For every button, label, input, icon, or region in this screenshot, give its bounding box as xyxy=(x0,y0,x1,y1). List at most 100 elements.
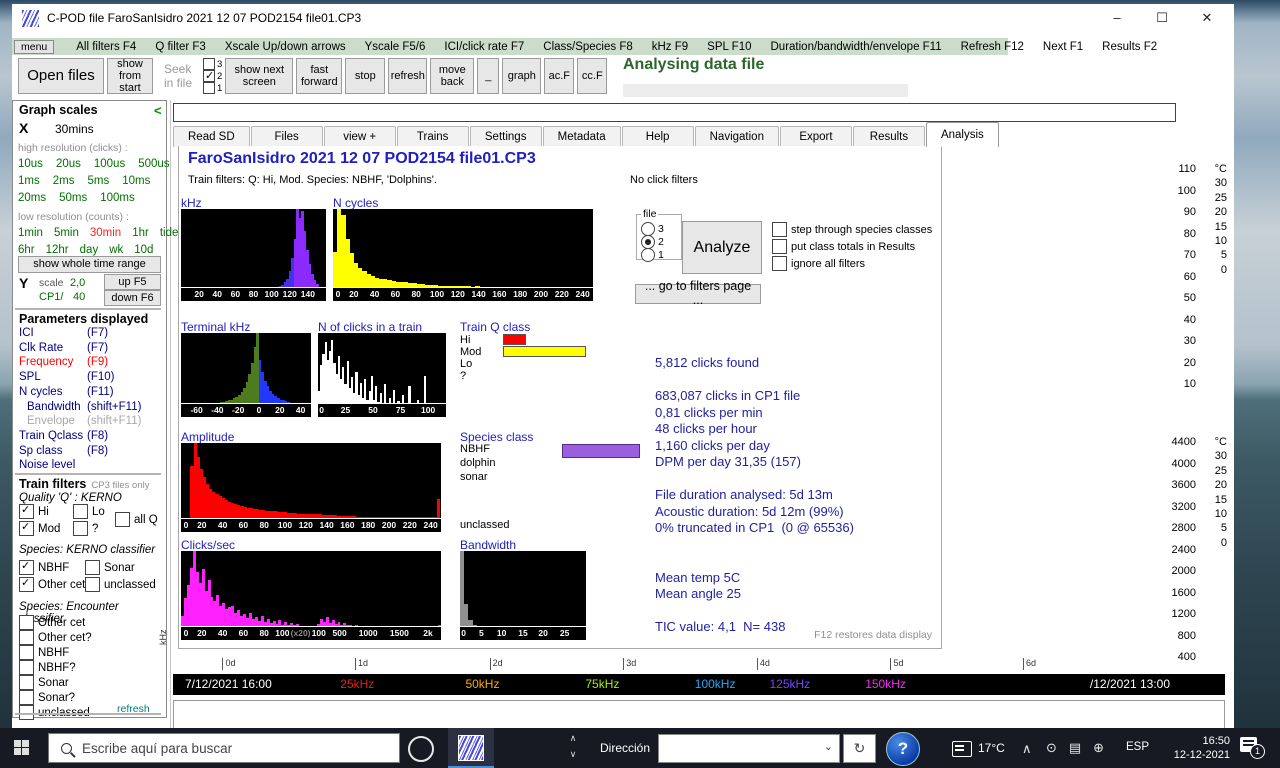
tab-results[interactable]: Results xyxy=(853,126,925,147)
filter-check-item[interactable]: ? xyxy=(73,521,98,536)
scale-option-100ms[interactable]: 100ms xyxy=(100,192,135,204)
chevron-up-icon[interactable]: ∧ xyxy=(566,730,580,747)
stop-button[interactable]: stop xyxy=(345,58,385,94)
maximize-icon[interactable]: ☐ xyxy=(1140,4,1184,32)
scale-option-500us[interactable]: 500us xyxy=(138,158,169,170)
file-radio-1[interactable]: 1 xyxy=(641,248,677,261)
news-weather-icon[interactable] xyxy=(952,741,972,757)
file-radio-3[interactable]: 3 xyxy=(641,222,677,235)
scale-option-1min[interactable]: 1min xyxy=(18,227,43,239)
param-frequency[interactable]: Frequency(F9) xyxy=(19,356,164,368)
tab-help[interactable]: Help xyxy=(622,126,694,147)
tab-analysis[interactable]: Analysis xyxy=(926,122,999,147)
minimize-icon[interactable]: – xyxy=(1095,4,1139,32)
menu-item-khz-f9[interactable]: kHz F9 xyxy=(652,41,688,53)
taskbar-clock[interactable]: 16:50 12-12-2021 xyxy=(1158,734,1230,762)
tab-view[interactable]: view + xyxy=(324,126,396,147)
cortana-button[interactable] xyxy=(408,736,434,762)
param-clk-rate[interactable]: Clk Rate(F7) xyxy=(19,342,164,354)
tab-metadata[interactable]: Metadata xyxy=(543,126,621,147)
menu-item-duration-bandwidth-envelope-f11[interactable]: Duration/bandwidth/envelope F11 xyxy=(771,41,942,53)
open-files-button[interactable]: Open files xyxy=(18,58,104,94)
show-next-screen-button[interactable]: show next screen xyxy=(225,58,293,94)
option-check-ignore-all-filters[interactable]: ignore all filters xyxy=(772,256,865,271)
scale-option-50ms[interactable]: 50ms xyxy=(59,192,87,204)
tray-icons[interactable]: ⊙▤⊕ xyxy=(1046,740,1116,756)
menu-item-results-f2[interactable]: Results F2 xyxy=(1102,41,1157,53)
whole-range-button[interactable]: show whole time range xyxy=(18,256,161,273)
tab-read-sd[interactable]: Read SD xyxy=(173,126,250,147)
taskbar-search[interactable]: Escribe aquí para buscar xyxy=(48,733,400,763)
ac-f-button[interactable]: ac.F xyxy=(544,58,574,94)
scale-option-1ms[interactable]: 1ms xyxy=(18,175,40,187)
filter-check-sonar[interactable]: Sonar xyxy=(19,675,69,690)
menu-item-refresh-f12[interactable]: Refresh F12 xyxy=(961,41,1024,53)
scale-option-20us[interactable]: 20us xyxy=(56,158,81,170)
y-down-button[interactable]: down F6 xyxy=(104,290,161,306)
help-app-icon[interactable]: ? xyxy=(886,732,920,766)
scale-option-5min[interactable]: 5min xyxy=(54,227,79,239)
close-icon[interactable]: ✕ xyxy=(1185,4,1229,32)
param-sp-class[interactable]: Sp class(F8) xyxy=(19,445,164,457)
scale-option-30min[interactable]: 30min xyxy=(90,227,121,239)
scale-option-wk[interactable]: wk xyxy=(109,244,123,256)
menu-item-yscale-f5-6[interactable]: Yscale F5/6 xyxy=(365,41,426,53)
address-refresh-button[interactable]: ↻ xyxy=(843,734,876,763)
filter-check-mod[interactable]: Mod xyxy=(19,521,60,536)
param-train-qclass[interactable]: Train Qclass(F8) xyxy=(19,430,164,442)
scale-option-5ms[interactable]: 5ms xyxy=(87,175,109,187)
language-indicator[interactable]: ESP xyxy=(1126,741,1149,753)
filter-check-lo[interactable]: Lo xyxy=(73,504,105,519)
filter-check-sonar[interactable]: Sonar xyxy=(85,560,135,575)
main-input[interactable] xyxy=(173,103,1176,122)
start-button[interactable] xyxy=(14,740,29,755)
param-spl[interactable]: SPL(F10) xyxy=(19,371,164,383)
param-envelope[interactable]: Envelope(shift+F11) xyxy=(19,415,164,427)
filter-check-sonar[interactable]: Sonar? xyxy=(19,690,75,705)
option-check-put-class-totals-in-results[interactable]: put class totals in Results xyxy=(772,239,915,254)
menu-item-next-f1[interactable]: Next F1 xyxy=(1043,41,1083,53)
param-noise-level[interactable]: Noise level xyxy=(19,459,164,471)
scale-option-10us[interactable]: 10us xyxy=(18,158,43,170)
tray-expand-icon[interactable]: ∧ xyxy=(1022,741,1032,757)
tab-settings[interactable]: Settings xyxy=(470,126,542,147)
scale-option-day[interactable]: day xyxy=(80,244,99,256)
cpod-taskbar-icon[interactable] xyxy=(448,728,494,768)
tab-trains[interactable]: Trains xyxy=(397,126,469,147)
scale-option-12hr[interactable]: 12hr xyxy=(46,244,69,256)
menu-item-spl-f10[interactable]: SPL F10 xyxy=(707,41,751,53)
address-combobox[interactable]: ⌄ xyxy=(658,734,840,763)
filters-page-button[interactable]: ... go to filters page ... xyxy=(635,284,761,304)
tab-files[interactable]: Files xyxy=(251,126,323,147)
item-button[interactable]: _ xyxy=(477,58,499,94)
scale-option-10ms[interactable]: 10ms xyxy=(122,175,150,187)
cc-f-button[interactable]: cc.F xyxy=(577,58,607,94)
param-ici[interactable]: ICI(F7) xyxy=(19,327,164,339)
tab-export[interactable]: Export xyxy=(780,126,852,147)
chevron-down-icon[interactable]: ∨ xyxy=(566,746,580,763)
filter-check-nbhf[interactable]: NBHF xyxy=(19,560,69,575)
splitter[interactable] xyxy=(170,100,171,730)
y-up-button[interactable]: up F5 xyxy=(104,274,161,290)
filter-check-unclassed[interactable]: unclassed xyxy=(85,577,156,592)
file-radio-2[interactable]: 2 xyxy=(641,235,677,248)
menu-button[interactable]: menu xyxy=(14,40,54,54)
param-n-cycles[interactable]: N cycles(F11) xyxy=(19,386,164,398)
tab-navigation[interactable]: Navigation xyxy=(695,126,779,147)
menu-item-xscale-up-down-arrows[interactable]: Xscale Up/down arrows xyxy=(225,41,346,53)
taskbar-temp[interactable]: 17°C xyxy=(978,741,1005,755)
refresh-button[interactable]: refresh xyxy=(388,58,427,94)
menu-item-class-species-f8[interactable]: Class/Species F8 xyxy=(543,41,632,53)
scale-option-2ms[interactable]: 2ms xyxy=(53,175,75,187)
show-from-start-button[interactable]: show from start xyxy=(107,58,153,94)
sidebar-collapse-arrow[interactable]: < xyxy=(154,103,162,118)
filter-check-other-cet[interactable]: Other cet xyxy=(19,577,85,592)
filter-check-hi[interactable]: Hi xyxy=(19,504,49,519)
fast-forward-button[interactable]: fast forward xyxy=(296,58,342,94)
timeline-bar[interactable]: 7/12/2021 16:00 /12/2021 13:00 25kHz50kH… xyxy=(173,674,1225,695)
scale-option-1hr[interactable]: 1hr xyxy=(132,227,149,239)
filter-check-nbhf[interactable]: NBHF? xyxy=(19,660,76,675)
file-check-1[interactable]: 1 xyxy=(203,82,222,94)
scale-option-100us[interactable]: 100us xyxy=(94,158,125,170)
option-check-step-through-species-classes[interactable]: step through species classes xyxy=(772,222,932,237)
